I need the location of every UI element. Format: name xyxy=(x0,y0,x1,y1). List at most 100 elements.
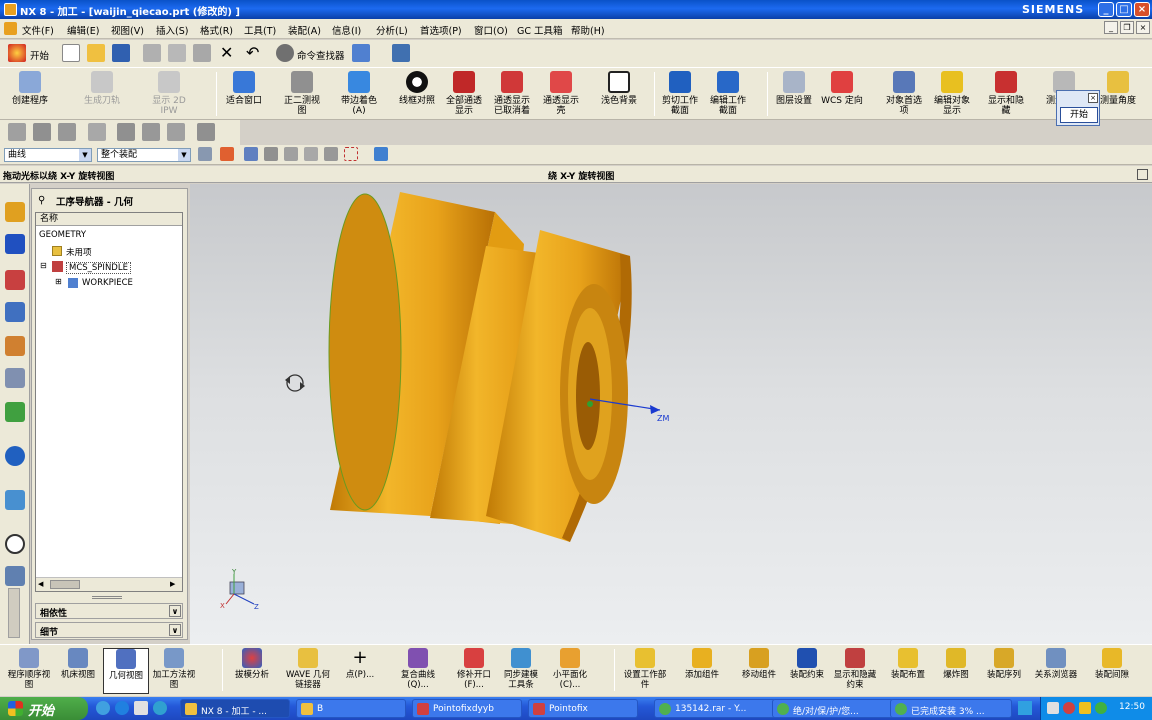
info-icon[interactable] xyxy=(5,446,25,466)
task-pointofixdyyb[interactable]: Pointofixdyyb xyxy=(412,699,522,718)
start-button[interactable]: 开始 xyxy=(30,48,49,62)
machine-navigator-icon[interactable] xyxy=(5,336,25,356)
snap-icon[interactable] xyxy=(244,147,258,161)
feature-icon[interactable] xyxy=(58,123,76,141)
snap-icon[interactable] xyxy=(304,147,318,161)
show-all-translucent-button[interactable]: 全部通透显示 xyxy=(442,71,486,116)
scroll-left-icon[interactable]: ◀ xyxy=(38,580,46,589)
copy-icon[interactable] xyxy=(168,44,186,62)
trimetric-view-button[interactable]: 正二测视图 xyxy=(280,71,324,116)
popup-close-icon[interactable]: × xyxy=(1088,93,1098,103)
wireframe-contrast-button[interactable]: 线框对照 xyxy=(395,71,439,106)
shaded-with-edges-button[interactable]: 带边着色(A) xyxy=(337,71,381,116)
translucent-shell-button[interactable]: 通透显示壳 xyxy=(539,71,583,116)
open-icon[interactable] xyxy=(87,44,105,62)
snap-icon[interactable] xyxy=(264,147,278,161)
measure-angle-button[interactable]: 测量角度 xyxy=(1094,71,1142,106)
tree-item-mcs-spindle[interactable]: MCS_SPINDLE xyxy=(66,262,131,274)
menu-view[interactable]: 视图(V) xyxy=(111,23,144,37)
popup-start-button[interactable]: 开始 xyxy=(1060,107,1098,123)
tree-item-workpiece[interactable]: WORKPIECE xyxy=(82,278,133,288)
tree-item-geometry[interactable]: GEOMETRY xyxy=(39,230,86,240)
menu-gc-toolkit[interactable]: GC 工具箱 xyxy=(517,23,563,37)
undo-icon[interactable]: ↶ xyxy=(246,43,259,62)
show-hide-button[interactable]: 显示和隐藏 xyxy=(984,71,1028,116)
system-materials-icon[interactable] xyxy=(5,566,25,586)
collapse-icon[interactable]: ⊟ xyxy=(40,261,47,270)
wcs-orient-button[interactable]: WCS 定向 xyxy=(820,71,864,106)
assembly-constraints-button[interactable]: 装配约束 xyxy=(785,648,829,680)
snap-icon[interactable] xyxy=(198,147,212,161)
cube-icon[interactable] xyxy=(374,147,388,161)
snap-icon[interactable] xyxy=(324,147,338,161)
tray-icon[interactable] xyxy=(1047,702,1059,714)
clip-work-section-button[interactable]: 剪切工作截面 xyxy=(658,71,702,116)
assembly-navigator-icon[interactable] xyxy=(5,202,25,222)
doc-close-button[interactable]: × xyxy=(1136,21,1150,34)
paste-icon[interactable] xyxy=(193,44,211,62)
roles-icon[interactable] xyxy=(5,402,25,422)
doc-minimize-button[interactable]: _ xyxy=(1104,21,1118,34)
feature-icon[interactable] xyxy=(33,123,51,141)
draft-analysis-button[interactable]: 拔模分析 xyxy=(230,648,274,680)
show-2d-ipw-button[interactable]: 显示 2D IPW xyxy=(146,71,192,116)
facetize-button[interactable]: 小平面化(C)... xyxy=(547,648,593,690)
resource-bar-scroller[interactable] xyxy=(8,588,20,638)
details-section[interactable]: 细节 ∨ xyxy=(35,622,183,638)
tray-icon[interactable] xyxy=(1063,702,1075,714)
scrollbar-thumb[interactable] xyxy=(50,580,80,589)
add-component-button[interactable]: 添加组件 xyxy=(680,648,724,680)
graphics-viewport[interactable]: ZM Y Z X xyxy=(190,184,1152,644)
object-preferences-button[interactable]: 对象首选项 xyxy=(882,71,926,116)
constraint-navigator-icon[interactable] xyxy=(5,234,25,254)
set-work-part-button[interactable]: 设置工作部件 xyxy=(622,648,668,690)
menu-help[interactable]: 帮助(H) xyxy=(571,23,605,37)
menu-insert[interactable]: 插入(S) xyxy=(156,23,188,37)
create-program-button[interactable]: 创建程序 xyxy=(4,71,56,106)
fit-window-button[interactable]: 适合窗口 xyxy=(222,71,266,106)
ie-icon[interactable] xyxy=(115,701,129,715)
part-navigator-icon[interactable] xyxy=(5,270,25,290)
feature-icon[interactable] xyxy=(142,123,160,141)
minimize-button[interactable]: _ xyxy=(1098,2,1114,17)
wave-linker-button[interactable]: WAVE 几何链接器 xyxy=(284,648,332,690)
feature-icon[interactable] xyxy=(8,123,26,141)
operation-navigator-icon[interactable] xyxy=(5,302,25,322)
menu-information[interactable]: 信息(I) xyxy=(332,23,361,37)
menu-format[interactable]: 格式(R) xyxy=(200,23,233,37)
measure-tools-icon[interactable] xyxy=(392,44,410,62)
assembly-clearance-button[interactable]: 装配间隙 xyxy=(1090,648,1134,680)
history-icon[interactable] xyxy=(5,534,25,554)
task-rar[interactable]: 135142.rar - Y... xyxy=(654,699,776,718)
tray-app-icon[interactable] xyxy=(1018,701,1032,715)
task-folder-b[interactable]: B xyxy=(296,699,406,718)
tray-icon[interactable] xyxy=(1079,702,1091,714)
expand-icon[interactable]: ⊞ xyxy=(55,277,62,286)
menu-window[interactable]: 窗口(O) xyxy=(474,23,508,37)
translucent-deshaded-button[interactable]: 通透显示已取消着 xyxy=(490,71,534,116)
relations-browser-button[interactable]: 关系浏览器 xyxy=(1034,648,1078,680)
rectangle-select-icon[interactable] xyxy=(344,147,358,161)
feature-icon[interactable] xyxy=(88,123,106,141)
synchronous-modeling-button[interactable]: 同步建模工具条 xyxy=(500,648,542,690)
menu-analysis[interactable]: 分析(L) xyxy=(376,23,408,37)
fullscreen-icon[interactable] xyxy=(1137,169,1148,180)
patch-opening-button[interactable]: 修补开口(F)... xyxy=(452,648,496,690)
selection-tools-icon[interactable] xyxy=(352,44,370,62)
exploded-views-button[interactable]: 爆炸图 xyxy=(934,648,978,680)
task-protect[interactable]: 绝/对/保/护/您... xyxy=(772,699,894,718)
point-button[interactable]: + 点(P)... xyxy=(338,648,382,681)
quicklaunch-icon[interactable] xyxy=(96,701,110,715)
generate-toolpath-button[interactable]: 生成刀轨 xyxy=(76,71,128,106)
scroll-right-icon[interactable]: ▶ xyxy=(170,580,178,589)
menu-edit[interactable]: 编辑(E) xyxy=(67,23,99,37)
tray-icon[interactable] xyxy=(1095,702,1107,714)
snap-icon[interactable] xyxy=(220,147,234,161)
taskbar-start-button[interactable]: 开始 xyxy=(0,697,88,720)
menu-file[interactable]: 文件(F) xyxy=(22,23,54,37)
close-button[interactable]: × xyxy=(1134,2,1150,17)
edit-object-display-button[interactable]: 编辑对象显示 xyxy=(930,71,974,116)
type-filter-select[interactable]: 曲线 ▼ xyxy=(4,148,92,162)
command-finder-button[interactable]: 命令查找器 xyxy=(297,48,345,62)
maximize-button[interactable]: □ xyxy=(1116,2,1132,17)
